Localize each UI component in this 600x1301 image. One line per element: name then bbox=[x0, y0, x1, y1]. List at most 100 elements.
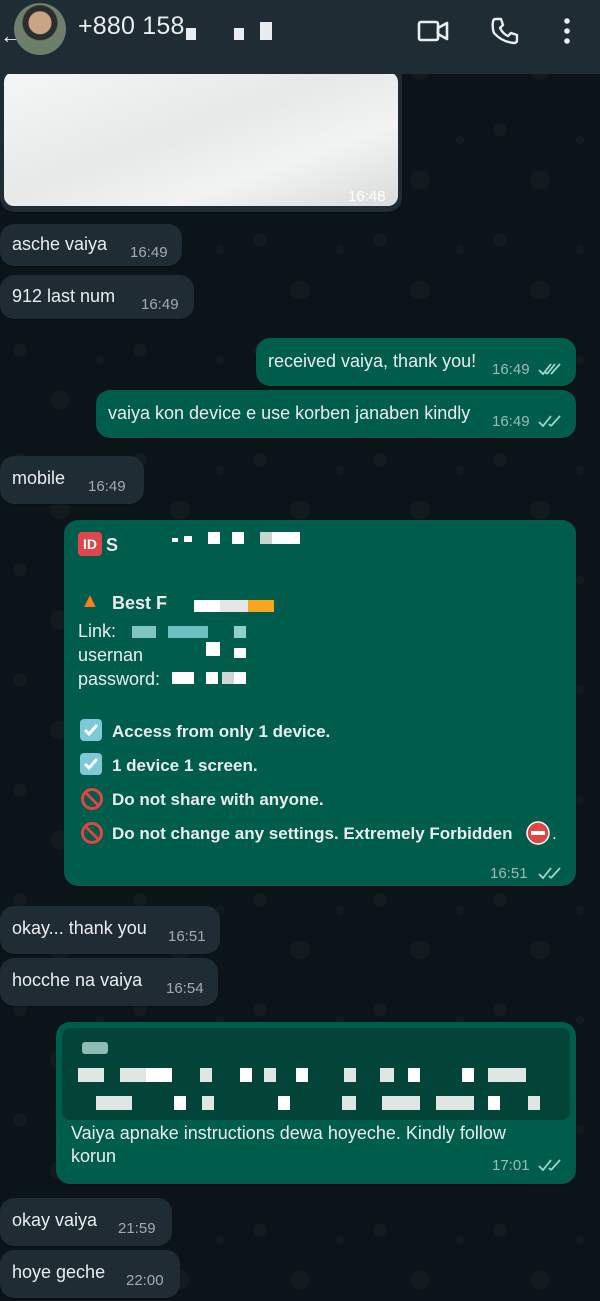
incoming-message[interactable]: okay... thank you 16:51 bbox=[0, 906, 220, 954]
redacted-text bbox=[174, 1096, 186, 1110]
offer-label: Best F bbox=[112, 593, 168, 613]
rule-text: Do not change any settings. Extremely Fo… bbox=[112, 824, 513, 843]
fire-icon: ▲ bbox=[80, 590, 100, 612]
message-time: 16:54 bbox=[166, 980, 204, 997]
message-time: 16:49 bbox=[492, 361, 530, 378]
redacted-text bbox=[234, 648, 246, 658]
no-entry-icon bbox=[526, 821, 550, 845]
redacted-link[interactable] bbox=[168, 626, 208, 638]
chat-header: ← +880 158 bbox=[0, 0, 600, 74]
redacted-text bbox=[200, 1068, 212, 1082]
rule-end-text: . bbox=[552, 824, 557, 843]
redacted-text bbox=[234, 672, 246, 684]
username-label: usernan bbox=[78, 645, 144, 665]
id-badge: ID bbox=[78, 532, 102, 556]
redacted-text bbox=[488, 1068, 526, 1082]
contact-name-redaction bbox=[186, 28, 196, 40]
redacted-text bbox=[342, 1096, 356, 1110]
incoming-message[interactable]: hocche na vaiya 16:54 bbox=[0, 958, 218, 1006]
redacted-text bbox=[296, 1068, 308, 1082]
redacted-text bbox=[278, 1096, 290, 1110]
redacted-text bbox=[462, 1068, 474, 1082]
incoming-message[interactable]: hoye geche 22:00 bbox=[0, 1250, 180, 1298]
service-title: S bbox=[106, 535, 119, 555]
redacted-text bbox=[264, 1068, 276, 1082]
read-receipt-icon bbox=[538, 415, 561, 428]
redacted-link[interactable] bbox=[132, 626, 156, 638]
redacted-text bbox=[260, 532, 272, 544]
message-text: received vaiya, thank you! bbox=[268, 351, 477, 371]
message-time: 16:51 bbox=[490, 865, 528, 882]
avatar[interactable] bbox=[14, 3, 66, 55]
password-label: password: bbox=[78, 669, 161, 689]
redacted-text bbox=[344, 1068, 356, 1082]
message-time: 16:48 bbox=[348, 188, 386, 205]
message-text: asche vaiya bbox=[12, 234, 108, 254]
redacted-link[interactable] bbox=[234, 626, 246, 638]
redacted-text bbox=[202, 1096, 214, 1110]
redacted-text bbox=[240, 1068, 252, 1082]
message-text: vaiya kon device e use korben janaben ki… bbox=[108, 403, 471, 423]
redacted-text bbox=[222, 672, 234, 684]
message-time: 16:49 bbox=[141, 296, 179, 313]
redacted-text bbox=[488, 1096, 500, 1110]
message-time: 16:49 bbox=[130, 244, 168, 261]
image-thumbnail[interactable] bbox=[4, 72, 398, 206]
message-time: 16:49 bbox=[88, 478, 126, 495]
rule-text: Do not share with anyone. bbox=[112, 790, 324, 809]
rule-text: 1 device 1 screen. bbox=[112, 756, 258, 775]
back-arrow-icon[interactable]: ← bbox=[0, 22, 22, 50]
redacted-text bbox=[206, 672, 218, 684]
redacted-text bbox=[528, 1096, 540, 1110]
outgoing-message[interactable]: vaiya kon device e use korben janaben ki… bbox=[96, 390, 576, 438]
incoming-message[interactable]: mobile 16:49 bbox=[0, 456, 144, 504]
message-image[interactable]: 16:48 bbox=[0, 64, 402, 212]
redacted-text bbox=[172, 672, 194, 684]
redacted-text bbox=[206, 642, 220, 656]
redacted-text bbox=[82, 1042, 108, 1054]
link-preview[interactable] bbox=[62, 1028, 570, 1120]
outgoing-message-with-preview[interactable]: Vaiya apnake instructions dewa hoyeche. … bbox=[56, 1022, 576, 1184]
message-text: 912 last num bbox=[12, 286, 116, 306]
check-box-icon bbox=[80, 719, 102, 741]
redacted-text bbox=[382, 1096, 420, 1110]
contact-name[interactable]: +880 158 bbox=[78, 12, 185, 41]
contact-name-redaction bbox=[260, 22, 272, 40]
more-options-icon[interactable] bbox=[550, 14, 584, 48]
message-text: hocche na vaiya bbox=[12, 970, 143, 990]
redacted-text bbox=[408, 1068, 420, 1082]
message-time: 16:51 bbox=[168, 928, 206, 945]
message-time: 21:59 bbox=[118, 1220, 156, 1237]
redacted-text bbox=[380, 1068, 394, 1082]
redacted-text bbox=[146, 1068, 172, 1082]
outgoing-message[interactable]: received vaiya, thank you! 16:49 bbox=[256, 338, 576, 386]
redacted-text bbox=[220, 600, 248, 612]
redacted-text bbox=[96, 1096, 132, 1110]
prohibited-icon bbox=[81, 788, 103, 810]
incoming-message[interactable]: okay vaiya 21:59 bbox=[0, 1198, 172, 1246]
redacted-text bbox=[436, 1096, 474, 1110]
message-text: hoye geche bbox=[12, 1262, 106, 1282]
redacted-text bbox=[194, 600, 220, 612]
id-badge-label: ID bbox=[83, 536, 97, 552]
message-text: okay vaiya bbox=[12, 1210, 98, 1230]
redacted-text bbox=[120, 1068, 146, 1082]
contact-name-redaction bbox=[234, 28, 244, 40]
incoming-message[interactable]: asche vaiya 16:49 bbox=[0, 224, 182, 266]
message-text: okay... thank you bbox=[12, 918, 147, 938]
video-call-icon[interactable] bbox=[416, 14, 450, 48]
redacted-text bbox=[248, 600, 274, 612]
redacted-text bbox=[272, 532, 300, 544]
redacted-text bbox=[208, 532, 220, 544]
outgoing-credentials-message[interactable]: ID S ▲ Best F Link: usernan password: Ac… bbox=[64, 520, 576, 886]
voice-call-icon[interactable] bbox=[488, 14, 522, 48]
incoming-message[interactable]: 912 last num 16:49 bbox=[0, 275, 194, 319]
message-text: mobile bbox=[12, 468, 66, 488]
redacted-text bbox=[172, 538, 178, 542]
redacted-text bbox=[78, 1068, 104, 1082]
message-time: 22:00 bbox=[126, 1272, 164, 1289]
redacted-text bbox=[232, 532, 244, 544]
message-text-line2: korun bbox=[71, 1146, 117, 1166]
prohibited-icon bbox=[81, 822, 103, 844]
read-receipt-icon bbox=[538, 1159, 561, 1172]
